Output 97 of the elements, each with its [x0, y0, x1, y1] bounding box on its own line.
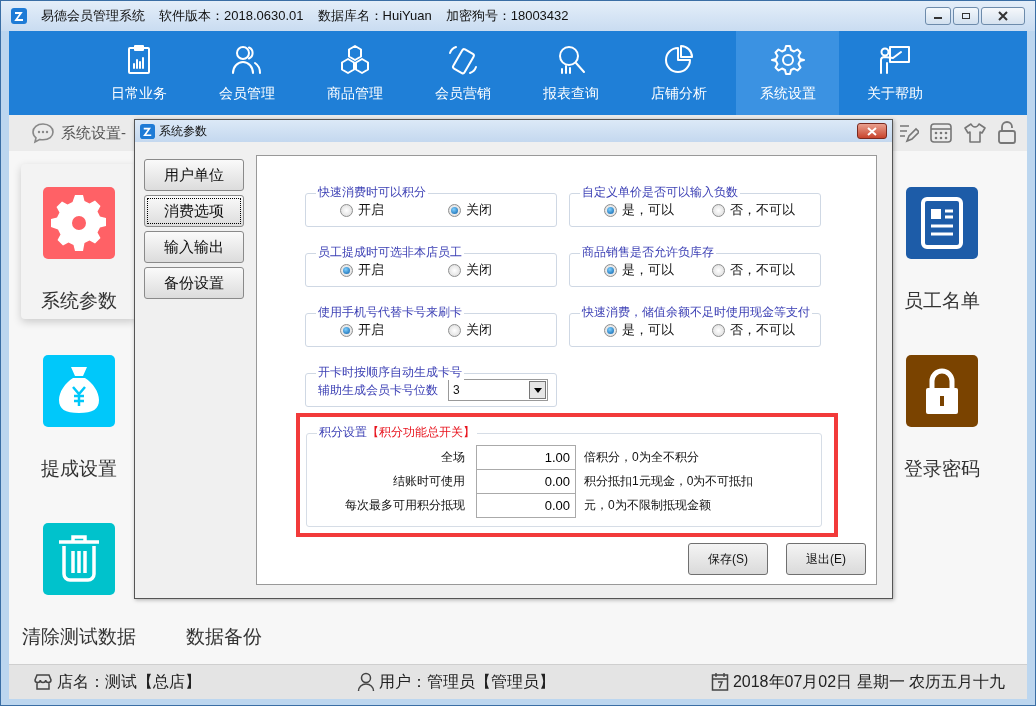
- dongle-text: 加密狗号：18003432: [445, 7, 569, 26]
- number-input[interactable]: 1.00: [476, 445, 576, 470]
- group-title: 快速消费，储值余额不足时使用现金等支付: [580, 304, 812, 320]
- nav-tab[interactable]: 会员营销: [409, 31, 517, 115]
- group-title: 商品销售是否允许负库存: [580, 244, 716, 260]
- nav-tab[interactable]: 店铺分析: [625, 31, 733, 115]
- radio-option[interactable]: 关闭: [448, 200, 556, 220]
- radio-option[interactable]: 关闭: [448, 320, 556, 340]
- app-logo-icon: [11, 8, 27, 24]
- dialog-button[interactable]: 退出(E): [786, 543, 866, 575]
- money-bag-icon[interactable]: [43, 355, 115, 427]
- radio-option[interactable]: 否，不可以: [712, 200, 820, 220]
- app-logo-icon: [140, 123, 155, 139]
- radio-button[interactable]: [448, 323, 461, 337]
- close-icon: [998, 11, 1008, 21]
- radio-button[interactable]: [340, 263, 353, 277]
- nav-tab[interactable]: 报表查询: [517, 31, 625, 115]
- user-text: 用户：管理员【管理员】: [378, 672, 555, 692]
- group-title: 快速消费时可以积分: [316, 184, 428, 200]
- radio-button[interactable]: [448, 203, 461, 217]
- shirt-icon[interactable]: [963, 122, 987, 144]
- tile-label[interactable]: 系统参数: [41, 287, 117, 316]
- breadcrumb-text: 系统设置-: [61, 122, 126, 143]
- tile-label[interactable]: 清除测试数据: [22, 623, 136, 652]
- dialog-title: 系统参数: [159, 123, 207, 140]
- trash-icon[interactable]: [43, 523, 115, 595]
- nav-tab[interactable]: 会员管理: [193, 31, 301, 115]
- number-input[interactable]: 0.00: [476, 493, 576, 518]
- gear-icon[interactable]: [43, 187, 115, 259]
- field-hint: 积分抵扣1元现金，0为不可抵扣: [583, 473, 754, 490]
- group-title: 员工提成时可选非本店员工: [316, 244, 464, 260]
- gear-icon: [770, 42, 805, 77]
- side-tab[interactable]: 备份设置: [144, 267, 244, 299]
- radio-button[interactable]: [604, 203, 617, 217]
- side-tab[interactable]: 用户单位: [144, 159, 244, 191]
- field-label: 每次最多可用积分抵现: [344, 497, 466, 514]
- date-text: 2018年07月02日 星期一 农历五月十九: [732, 672, 1005, 692]
- radio-option[interactable]: 是，可以: [604, 200, 712, 220]
- radio-option[interactable]: 是，可以: [604, 320, 712, 340]
- field-label: 结账时可使用: [392, 473, 466, 490]
- field-label: 全场: [440, 449, 466, 466]
- nav-tab[interactable]: 关于帮助: [841, 31, 949, 115]
- group-title: 自定义单价是否可以输入负数: [580, 184, 740, 200]
- number-input[interactable]: 0.00: [476, 469, 576, 494]
- shop-name-text: 店名：测试【总店】: [57, 672, 201, 692]
- dropdown-field[interactable]: 3: [448, 379, 548, 401]
- radio-option[interactable]: 否，不可以: [712, 320, 820, 340]
- radio-button[interactable]: [340, 323, 353, 337]
- app-title: 易德会员管理系统: [41, 7, 145, 26]
- radio-option[interactable]: 否，不可以: [712, 260, 820, 280]
- maximize-button[interactable]: [953, 7, 979, 25]
- caret-icon: [533, 387, 542, 393]
- tile-label[interactable]: 员工名单: [904, 287, 980, 316]
- nav-tab[interactable]: 日常业务: [85, 31, 193, 115]
- close-button[interactable]: [981, 7, 1025, 25]
- radio-button[interactable]: [712, 323, 725, 337]
- field-hint: 倍积分，0为全不积分: [583, 449, 699, 466]
- group-title: 开卡时按顺序自动生成卡号: [316, 364, 464, 380]
- dialog-button[interactable]: 保存(S): [688, 543, 768, 575]
- minimize-button[interactable]: [925, 7, 951, 25]
- group-title: 积分设置【积分功能总开关】: [317, 424, 477, 440]
- field-hint: 元，0为不限制抵现金额: [583, 497, 711, 514]
- version-text: 软件版本：2018.0630.01: [159, 7, 304, 26]
- radio-option[interactable]: 开启: [340, 260, 448, 280]
- nav-tab[interactable]: 商品管理: [301, 31, 409, 115]
- radio-option[interactable]: 关闭: [448, 260, 556, 280]
- maximize-icon: [961, 12, 971, 20]
- radio-button[interactable]: [712, 203, 725, 217]
- side-tab[interactable]: 消费选项: [144, 195, 244, 227]
- radio-button[interactable]: [604, 323, 617, 337]
- user-icon: [356, 672, 375, 692]
- radio-option[interactable]: 开启: [340, 200, 448, 220]
- radio-button[interactable]: [340, 203, 353, 217]
- field-label: 辅助生成会员卡号位数: [318, 382, 438, 399]
- group-title: 使用手机号代替卡号来刷卡: [316, 304, 464, 320]
- boxes-icon: [338, 42, 372, 77]
- document-icon[interactable]: [906, 187, 978, 259]
- tile-card[interactable]: 系统参数: [21, 164, 137, 319]
- radio-button[interactable]: [712, 263, 725, 277]
- database-text: 数据库名：HuiYuan: [317, 7, 432, 26]
- tile-label[interactable]: 数据备份: [186, 623, 262, 652]
- radio-button[interactable]: [448, 263, 461, 277]
- radio-button[interactable]: [604, 263, 617, 277]
- close-button[interactable]: [857, 123, 887, 139]
- shop-icon: [33, 673, 53, 691]
- calendar-icon: [710, 672, 729, 692]
- radio-option[interactable]: 是，可以: [604, 260, 712, 280]
- tile-label[interactable]: 登录密码: [904, 455, 980, 484]
- close-icon: [867, 126, 877, 136]
- lock-icon[interactable]: [906, 355, 978, 427]
- chat-bubble-icon: [31, 122, 55, 144]
- tile-label[interactable]: 提成设置: [41, 455, 117, 484]
- side-tab[interactable]: 输入输出: [144, 231, 244, 263]
- radio-option[interactable]: 开启: [340, 320, 448, 340]
- calculator-icon[interactable]: [929, 122, 953, 144]
- edit-icon[interactable]: [897, 122, 919, 144]
- lock-icon[interactable]: [997, 121, 1017, 145]
